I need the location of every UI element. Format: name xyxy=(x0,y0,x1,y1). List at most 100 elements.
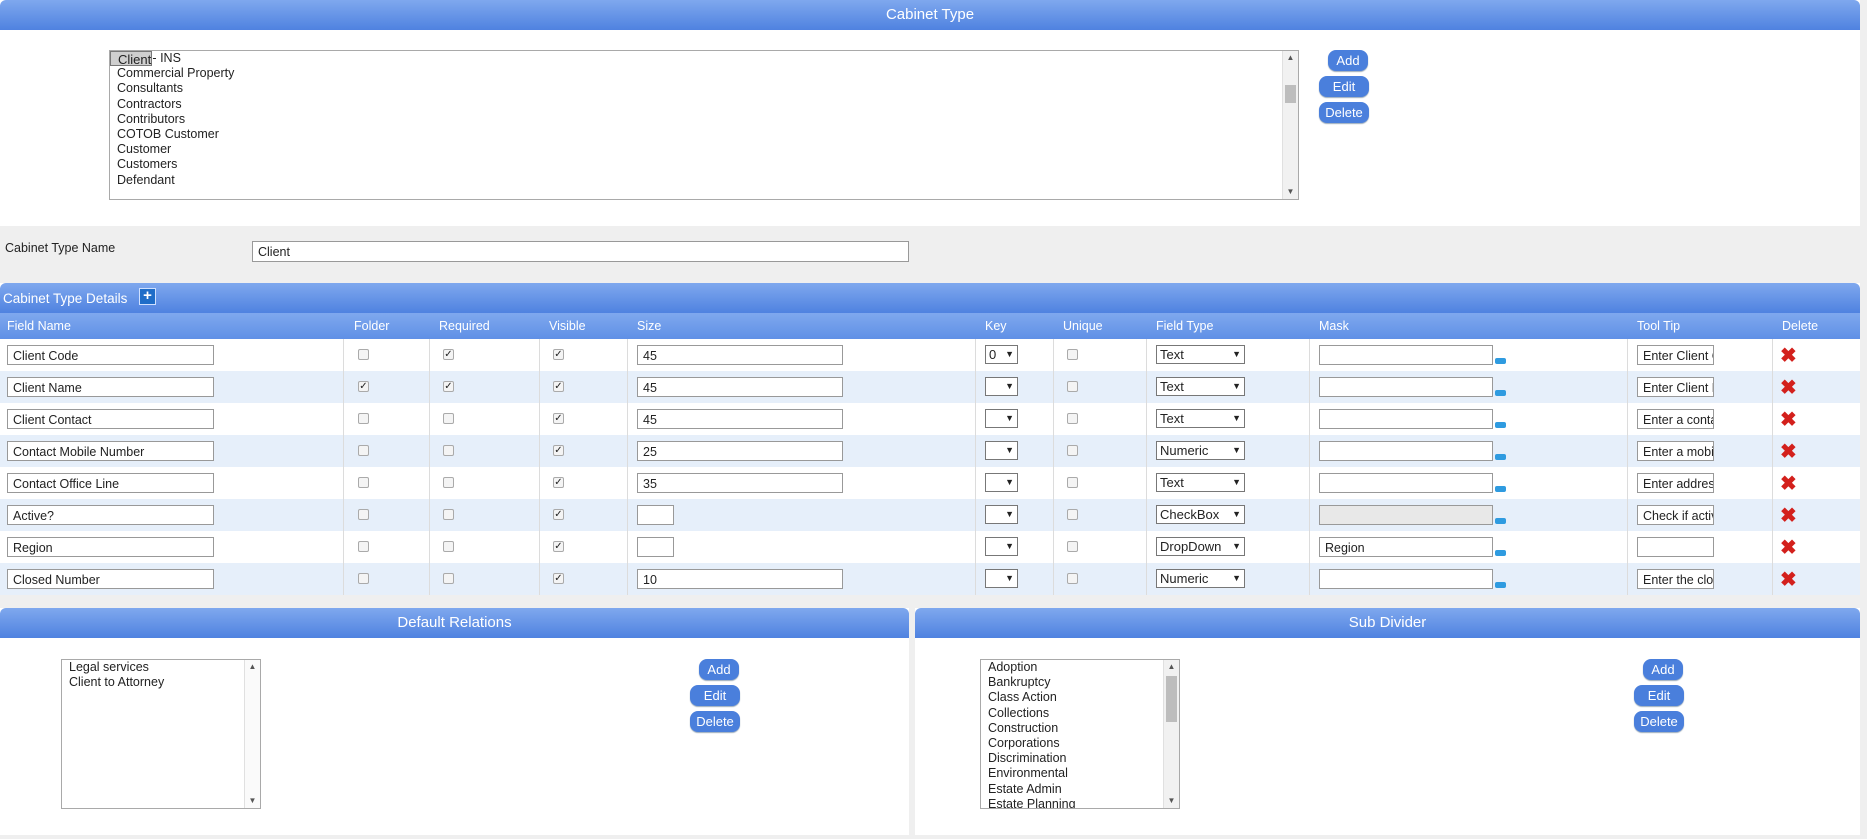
key-select[interactable]: ▼ xyxy=(985,505,1018,524)
visible-checkbox[interactable]: ✓ xyxy=(553,573,564,584)
scroll-thumb[interactable] xyxy=(1166,676,1177,722)
unique-checkbox[interactable] xyxy=(1067,541,1078,552)
scroll-down-icon[interactable]: ▼ xyxy=(245,794,260,808)
mask-input[interactable] xyxy=(1319,377,1493,397)
list-option[interactable]: Adoption xyxy=(981,660,1179,675)
mask-input[interactable] xyxy=(1319,505,1493,525)
scroll-down-icon[interactable]: ▼ xyxy=(1283,185,1298,199)
size-input[interactable]: 45 xyxy=(637,377,843,397)
key-select[interactable]: ▼ xyxy=(985,473,1018,492)
tool-tip-input[interactable]: Enter a conta xyxy=(1637,409,1714,429)
unique-checkbox[interactable] xyxy=(1067,381,1078,392)
visible-checkbox[interactable]: ✓ xyxy=(553,445,564,456)
unique-checkbox[interactable] xyxy=(1067,413,1078,424)
field-type-select[interactable]: Text ▼ xyxy=(1156,345,1245,364)
required-checkbox[interactable] xyxy=(443,445,454,456)
sub-divider-edit-button[interactable]: Edit xyxy=(1634,685,1684,706)
default-relations-edit-button[interactable]: Edit xyxy=(690,685,740,706)
list-option[interactable]: Bankruptcy xyxy=(981,675,1179,690)
field-type-select[interactable]: Numeric ▼ xyxy=(1156,569,1245,588)
folder-checkbox[interactable] xyxy=(358,509,369,520)
mask-helper-icon[interactable] xyxy=(1495,486,1506,492)
visible-checkbox[interactable]: ✓ xyxy=(553,349,564,360)
mask-helper-icon[interactable] xyxy=(1495,582,1506,588)
cabinet-type-name-input[interactable]: Client xyxy=(252,241,909,262)
sub-divider-list[interactable]: Adoption Bankruptcy Class Action Collection… xyxy=(980,659,1180,809)
folder-checkbox[interactable]: ✓ xyxy=(358,381,369,392)
folder-checkbox[interactable] xyxy=(358,413,369,424)
list-option[interactable]: Class Action xyxy=(981,690,1179,705)
required-checkbox[interactable] xyxy=(443,413,454,424)
delete-icon[interactable]: ✖ xyxy=(1780,410,1797,430)
mask-helper-icon[interactable] xyxy=(1495,358,1506,364)
tool-tip-input[interactable]: Enter addres xyxy=(1637,473,1714,493)
required-checkbox[interactable]: ✓ xyxy=(443,349,454,360)
sub-divider-scrollbar[interactable]: ▲ ▼ xyxy=(1163,660,1179,808)
list-option[interactable]: Construction xyxy=(981,721,1179,736)
key-select[interactable]: ▼ xyxy=(985,569,1018,588)
field-name-input[interactable]: Contact Office Line xyxy=(7,473,214,493)
add-field-plus-icon[interactable]: + xyxy=(139,288,156,305)
mask-input[interactable] xyxy=(1319,473,1493,493)
list-option[interactable]: Consultants xyxy=(110,81,1298,96)
default-relations-list[interactable]: Legal services Client to Attorney ▲ ▼ xyxy=(61,659,261,809)
mask-input[interactable]: Region xyxy=(1319,537,1493,557)
key-select[interactable]: ▼ xyxy=(985,409,1018,428)
visible-checkbox[interactable]: ✓ xyxy=(553,381,564,392)
list-option[interactable]: Contributors xyxy=(110,112,1298,127)
size-input[interactable]: 45 xyxy=(637,409,843,429)
delete-icon[interactable]: ✖ xyxy=(1780,506,1797,526)
sub-divider-add-button[interactable]: Add xyxy=(1643,659,1683,680)
tool-tip-input[interactable]: Enter Client C xyxy=(1637,345,1714,365)
scroll-up-icon[interactable]: ▲ xyxy=(1283,51,1298,65)
list-option[interactable]: Collections xyxy=(981,706,1179,721)
visible-checkbox[interactable]: ✓ xyxy=(553,509,564,520)
key-select[interactable]: ▼ xyxy=(985,441,1018,460)
folder-checkbox[interactable] xyxy=(358,573,369,584)
mask-helper-icon[interactable] xyxy=(1495,422,1506,428)
list-option[interactable]: Discrimination xyxy=(981,751,1179,766)
cabinet-type-list[interactable]: ClientClient - INSCommercial PropertyCon… xyxy=(109,50,1299,200)
delete-icon[interactable]: ✖ xyxy=(1780,570,1797,590)
delete-icon[interactable]: ✖ xyxy=(1780,442,1797,462)
default-relations-add-button[interactable]: Add xyxy=(699,659,739,680)
field-type-select[interactable]: Text ▼ xyxy=(1156,409,1245,428)
mask-input[interactable] xyxy=(1319,409,1493,429)
field-type-select[interactable]: DropDown ▼ xyxy=(1156,537,1245,556)
size-input[interactable]: 45 xyxy=(637,345,843,365)
unique-checkbox[interactable] xyxy=(1067,477,1078,488)
list-option[interactable]: Contractors xyxy=(110,97,1298,112)
list-option[interactable]: Estate Planning xyxy=(981,797,1179,808)
delete-icon[interactable]: ✖ xyxy=(1780,538,1797,558)
field-name-input[interactable]: Closed Number xyxy=(7,569,214,589)
default-relations-delete-button[interactable]: Delete xyxy=(690,711,740,732)
list-option[interactable]: Client - INS xyxy=(110,51,1298,66)
visible-checkbox[interactable]: ✓ xyxy=(553,477,564,488)
field-name-input[interactable]: Active? xyxy=(7,505,214,525)
unique-checkbox[interactable] xyxy=(1067,349,1078,360)
size-input[interactable]: 25 xyxy=(637,441,843,461)
tool-tip-input[interactable]: Enter the clos xyxy=(1637,569,1714,589)
field-type-select[interactable]: Text ▼ xyxy=(1156,473,1245,492)
scroll-down-icon[interactable]: ▼ xyxy=(1164,794,1179,808)
field-name-input[interactable]: Client Code xyxy=(7,345,214,365)
field-type-select[interactable]: CheckBox ▼ xyxy=(1156,505,1245,524)
required-checkbox[interactable] xyxy=(443,573,454,584)
required-checkbox[interactable]: ✓ xyxy=(443,381,454,392)
list-option[interactable]: Corporations xyxy=(981,736,1179,751)
cabinet-type-delete-button[interactable]: Delete xyxy=(1319,102,1369,123)
field-name-input[interactable]: Client Contact xyxy=(7,409,214,429)
field-name-input[interactable]: Client Name xyxy=(7,377,214,397)
list-option[interactable]: Client to Attorney xyxy=(62,675,260,690)
mask-helper-icon[interactable] xyxy=(1495,390,1506,396)
delete-icon[interactable]: ✖ xyxy=(1780,474,1797,494)
scroll-up-icon[interactable]: ▲ xyxy=(245,660,260,674)
required-checkbox[interactable] xyxy=(443,509,454,520)
list-option[interactable]: Estate Admin xyxy=(981,782,1179,797)
size-input[interactable] xyxy=(637,505,674,525)
mask-input[interactable] xyxy=(1319,569,1493,589)
size-input[interactable]: 35 xyxy=(637,473,843,493)
tool-tip-input[interactable]: Enter Client N xyxy=(1637,377,1714,397)
mask-helper-icon[interactable] xyxy=(1495,518,1506,524)
list-option[interactable]: Commercial Property xyxy=(110,66,1298,81)
